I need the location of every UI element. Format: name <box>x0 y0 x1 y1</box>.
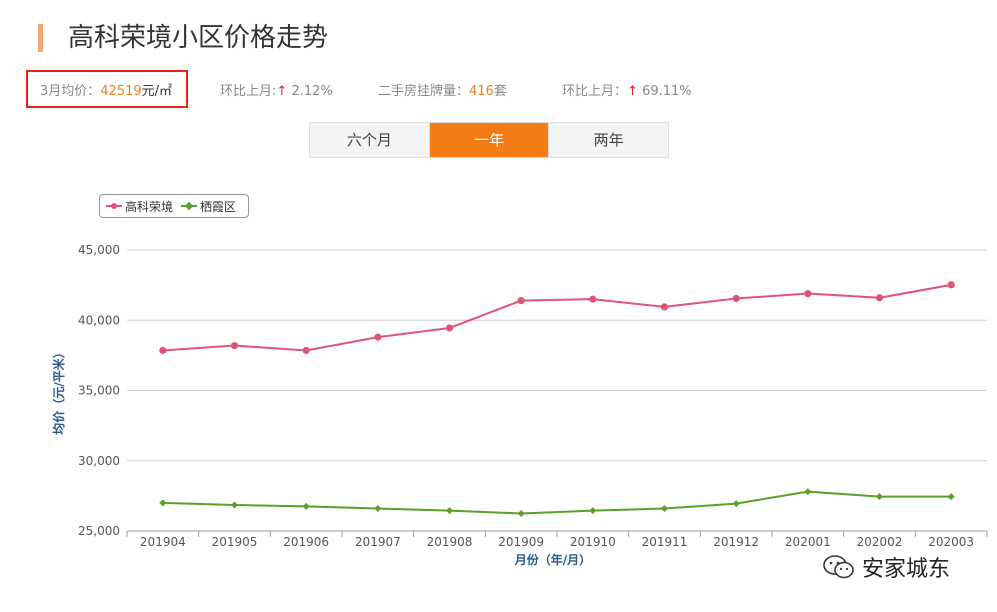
data-point <box>445 324 454 332</box>
y-tick-label: 30,000 <box>78 454 120 468</box>
data-point <box>732 500 740 508</box>
x-axis-title: 月份（年/月） <box>514 552 591 567</box>
data-point <box>231 501 238 509</box>
data-point <box>159 499 167 507</box>
series-line <box>162 490 952 515</box>
data-point <box>661 505 668 513</box>
x-tick-label: 201912 <box>713 535 759 549</box>
x-tick-label: 201904 <box>140 535 186 549</box>
data-point <box>230 341 239 350</box>
data-point <box>589 507 597 515</box>
data-point <box>660 303 669 311</box>
x-tick-label: 202003 <box>928 535 974 549</box>
x-tick-label: 201905 <box>212 535 258 549</box>
data-point <box>804 488 812 496</box>
line-chart: 25,000 30,000 35,000 40,000 45,000 201904 2019… <box>51 243 988 567</box>
y-axis-title: 均价（元/平米） <box>51 346 66 434</box>
x-tick-label: 202001 <box>785 535 831 549</box>
data-point <box>732 294 740 303</box>
data-point <box>302 346 310 355</box>
data-point <box>875 294 884 302</box>
y-tick-label: 40,000 <box>78 313 120 327</box>
data-point <box>517 296 525 305</box>
data-point <box>589 295 597 303</box>
x-tick-label: 201910 <box>570 535 616 549</box>
x-tick-label: 201906 <box>283 535 329 549</box>
data-point <box>947 281 955 289</box>
y-tick-label: 35,000 <box>78 384 120 398</box>
data-point <box>302 502 310 510</box>
data-point <box>374 505 382 513</box>
x-tick-label: 202002 <box>857 535 903 549</box>
data-point <box>947 493 955 501</box>
y-tick-label: 45,000 <box>78 243 120 257</box>
data-point <box>446 507 453 515</box>
data-point <box>159 346 167 355</box>
x-tick-label: 201907 <box>355 535 401 549</box>
data-point <box>517 509 525 517</box>
watermark-text: 安家城东 <box>862 557 951 582</box>
x-tick-label: 201909 <box>498 535 544 549</box>
y-tick-label: 25,000 <box>78 524 120 538</box>
x-tick-label: 201911 <box>642 535 688 549</box>
data-point <box>374 333 382 341</box>
wechat-icon <box>823 555 854 579</box>
x-tick-label: 201908 <box>427 535 473 549</box>
data-point <box>876 493 883 501</box>
series-1 <box>159 281 955 355</box>
watermark: 安家城东 <box>822 551 950 583</box>
data-point <box>804 289 812 298</box>
series-line <box>162 283 952 352</box>
series-2 <box>159 488 955 517</box>
